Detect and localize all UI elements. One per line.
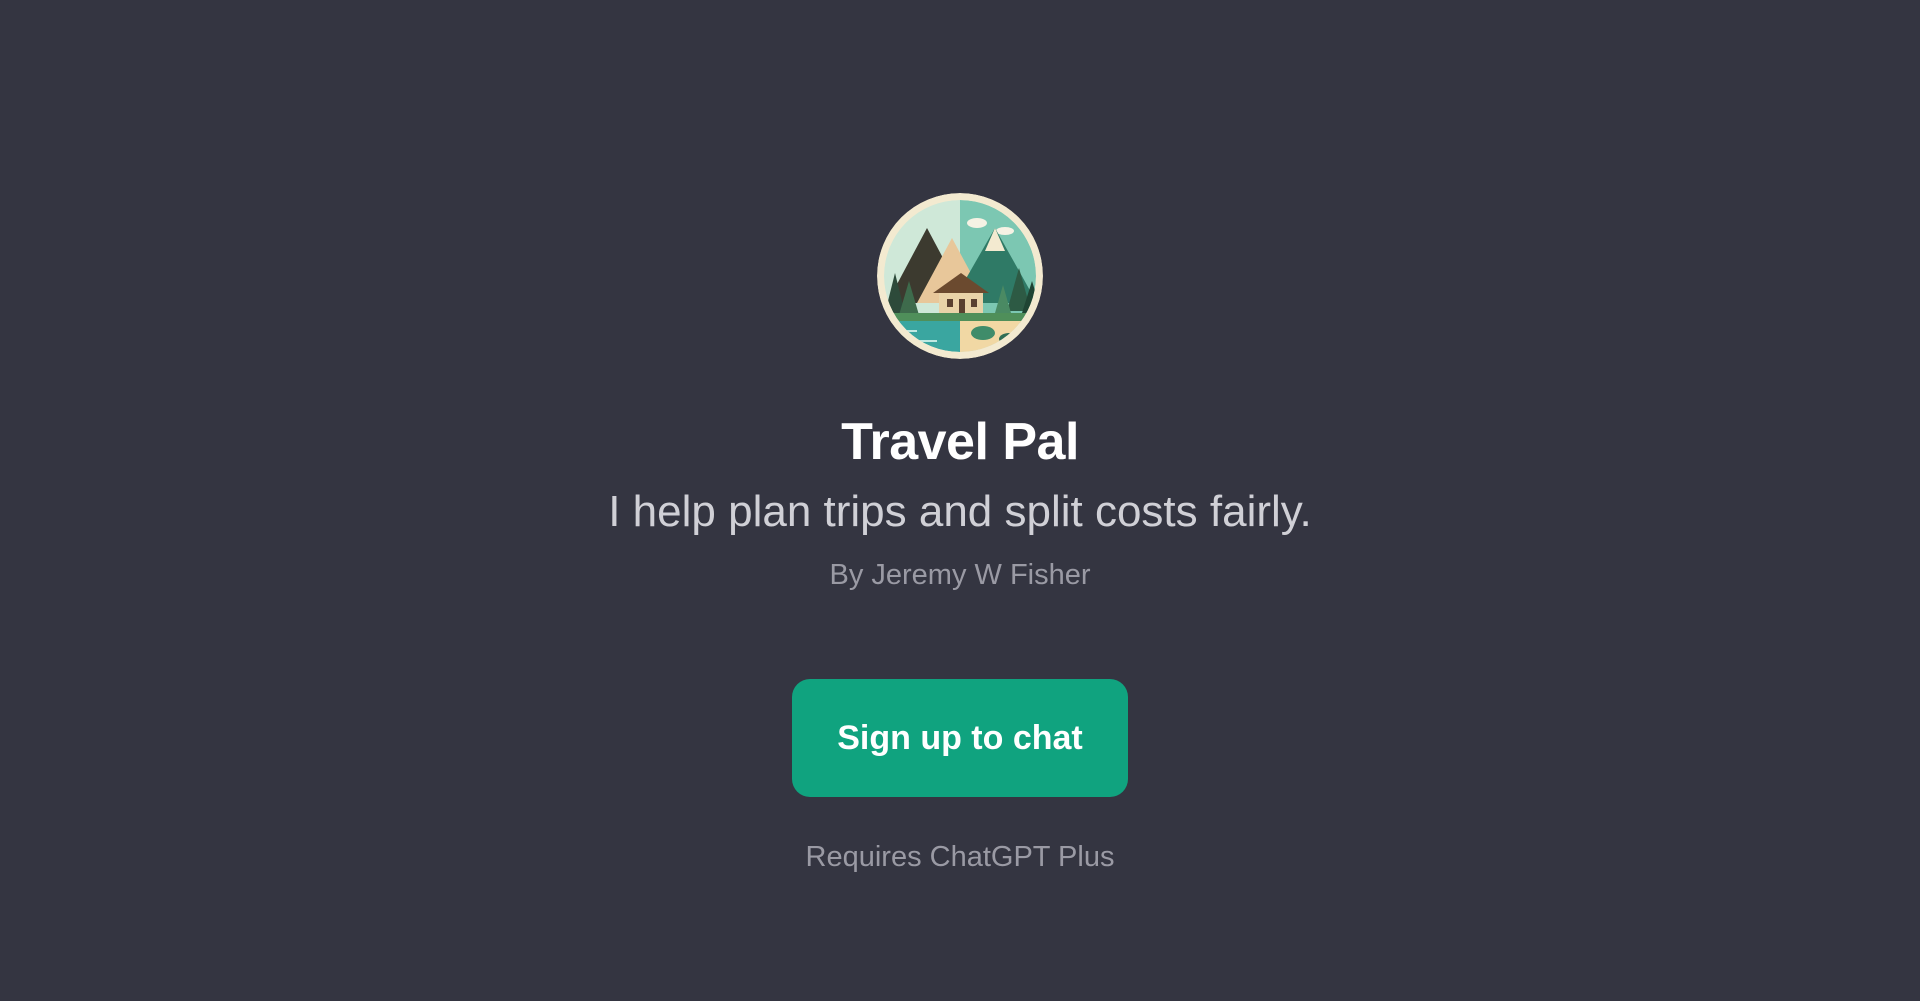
gpt-landing-page: Travel Pal I help plan trips and split c… xyxy=(0,0,1920,1001)
sign-up-button[interactable]: Sign up to chat xyxy=(792,679,1128,797)
requirement-note: Requires ChatGPT Plus xyxy=(805,841,1115,873)
gpt-name: Travel Pal xyxy=(841,413,1079,471)
gpt-description: I help plan trips and split costs fairly… xyxy=(608,487,1312,536)
gpt-author: By Jeremy W Fisher xyxy=(829,559,1091,591)
travel-landscape-icon xyxy=(877,193,1043,359)
